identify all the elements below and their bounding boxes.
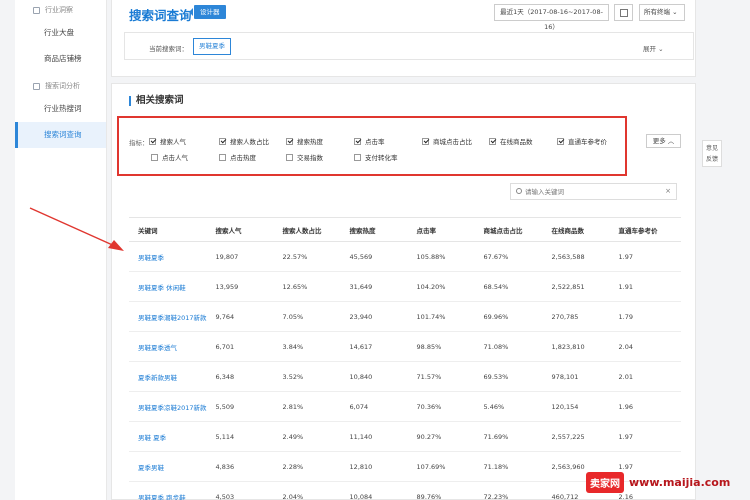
watermark: 卖家网 www.maijia.com (586, 468, 730, 496)
watermark-url: www.maijia.com (629, 475, 731, 489)
arrow-head (108, 240, 124, 251)
annotation-arrow (29, 207, 124, 251)
watermark-logo: 卖家网 (586, 471, 624, 493)
arrow-line (29, 207, 118, 248)
